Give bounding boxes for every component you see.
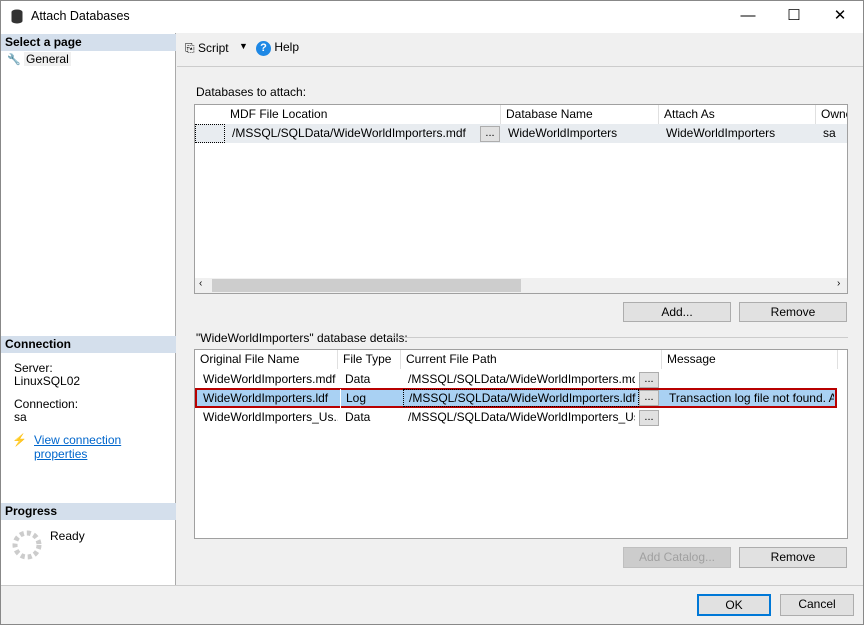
- database-name-cell[interactable]: WideWorldImporters: [503, 124, 659, 143]
- file-path-cell[interactable]: /MSSQL/SQLData/WideWorldImporters_Us...: [403, 408, 635, 427]
- column-header[interactable]: Database Name: [501, 105, 659, 124]
- scrollbar-thumb[interactable]: [212, 279, 521, 292]
- help-icon: ?: [256, 41, 271, 56]
- scroll-right-icon[interactable]: ›: [837, 278, 840, 289]
- maximize-button[interactable]: ☐: [771, 1, 817, 33]
- table-row-selected[interactable]: WideWorldImporters.ldf Log /MSSQL/SQLDat…: [195, 388, 837, 408]
- browse-button[interactable]: ...: [639, 372, 659, 388]
- column-header[interactable]: Attach As: [659, 105, 816, 124]
- remove-database-button[interactable]: Remove: [739, 302, 847, 322]
- main-pane: ⎘ Script ▼ ? Help Databases to attach: M…: [177, 33, 863, 585]
- connection-header: Connection: [1, 336, 176, 353]
- message-cell: [664, 370, 834, 389]
- help-label: Help: [274, 40, 300, 54]
- footer-divider: [1, 585, 863, 586]
- cancel-button[interactable]: Cancel: [780, 594, 854, 616]
- column-header[interactable]: Owner: [816, 105, 847, 124]
- details-grid: Original File Name File Type Current Fil…: [194, 349, 848, 539]
- left-pane: Select a page 🔧 General Connection Serve…: [1, 33, 176, 585]
- script-dropdown-icon[interactable]: ▼: [239, 41, 248, 51]
- message-cell: [664, 408, 834, 427]
- message-cell: Transaction log file not found. A...: [669, 391, 834, 405]
- add-button[interactable]: Add...: [623, 302, 731, 322]
- table-row[interactable]: WideWorldImporters_Us... Data /MSSQL/SQL…: [195, 408, 837, 426]
- file-name-cell[interactable]: WideWorldImporters_Us...: [198, 408, 338, 427]
- row-selector[interactable]: [195, 124, 225, 143]
- file-type-cell[interactable]: Log: [340, 389, 400, 408]
- sidebar-item-label: General: [24, 52, 71, 66]
- attach-databases-dialog: Attach Databases — ☐ ✕ Select a page 🔧 G…: [0, 0, 864, 625]
- browse-button[interactable]: ...: [480, 126, 500, 142]
- file-path-cell[interactable]: /MSSQL/SQLData/WideWorldImporters.mdf: [403, 370, 635, 389]
- column-header[interactable]: Message: [662, 350, 838, 369]
- connection-properties-icon: ⚡: [12, 433, 27, 447]
- file-type-cell[interactable]: Data: [340, 408, 400, 427]
- sidebar-item-general[interactable]: 🔧 General: [7, 51, 71, 68]
- scroll-left-icon[interactable]: ‹: [199, 278, 202, 289]
- browse-button[interactable]: ...: [639, 390, 659, 406]
- databases-grid: MDF File Location Database Name Attach A…: [194, 104, 848, 294]
- file-type-cell[interactable]: Data: [340, 370, 400, 389]
- column-header[interactable]: MDF File Location: [225, 105, 501, 124]
- database-details-label: "WideWorldImporters" database details:: [196, 331, 408, 345]
- progress-spinner-icon: [12, 530, 42, 560]
- script-icon: ⎘: [185, 41, 195, 55]
- server-value: LinuxSQL02: [14, 374, 81, 388]
- wrench-icon: 🔧: [7, 54, 21, 66]
- window-title: Attach Databases: [31, 9, 130, 23]
- script-label: Script: [197, 41, 229, 55]
- browse-button[interactable]: ...: [639, 410, 659, 426]
- view-connection-properties-link[interactable]: View connection properties: [34, 433, 175, 461]
- column-header[interactable]: Original File Name: [195, 350, 338, 369]
- select-page-header: Select a page: [1, 34, 176, 51]
- attach-as-cell[interactable]: WideWorldImporters: [661, 124, 816, 143]
- database-icon: [11, 9, 23, 24]
- divider: [387, 337, 848, 338]
- progress-status: Ready: [50, 529, 85, 543]
- progress-header: Progress: [1, 503, 176, 520]
- server-label: Server:: [14, 361, 53, 375]
- column-header[interactable]: Current File Path: [401, 350, 662, 369]
- databases-to-attach-label: Databases to attach:: [196, 85, 307, 99]
- remove-file-button[interactable]: Remove: [739, 547, 847, 568]
- title-bar: Attach Databases — ☐ ✕: [1, 1, 863, 33]
- connection-value: sa: [14, 410, 27, 424]
- column-header[interactable]: File Type: [338, 350, 401, 369]
- owner-cell[interactable]: sa: [818, 124, 847, 143]
- file-path-cell[interactable]: /MSSQL/SQLData/WideWorldImporters.ldf: [403, 389, 639, 407]
- add-catalog-button: Add Catalog...: [623, 547, 731, 568]
- file-name-cell[interactable]: WideWorldImporters.ldf: [198, 389, 338, 408]
- ok-button[interactable]: OK: [697, 594, 771, 616]
- file-name-cell[interactable]: WideWorldImporters.mdf: [198, 370, 338, 389]
- table-row[interactable]: WideWorldImporters.mdf Data /MSSQL/SQLDa…: [195, 370, 837, 388]
- connection-label: Connection:: [14, 397, 79, 411]
- horizontal-scrollbar[interactable]: ‹ ›: [195, 278, 847, 293]
- mdf-location-cell[interactable]: /MSSQL/SQLData/WideWorldImporters.mdf: [227, 124, 482, 143]
- close-button[interactable]: ✕: [817, 1, 863, 33]
- script-button[interactable]: ⎘ Script: [185, 41, 229, 56]
- help-button[interactable]: ? Help: [256, 40, 299, 56]
- table-row[interactable]: /MSSQL/SQLData/WideWorldImporters.mdf ..…: [195, 124, 847, 143]
- minimize-button[interactable]: —: [725, 1, 771, 33]
